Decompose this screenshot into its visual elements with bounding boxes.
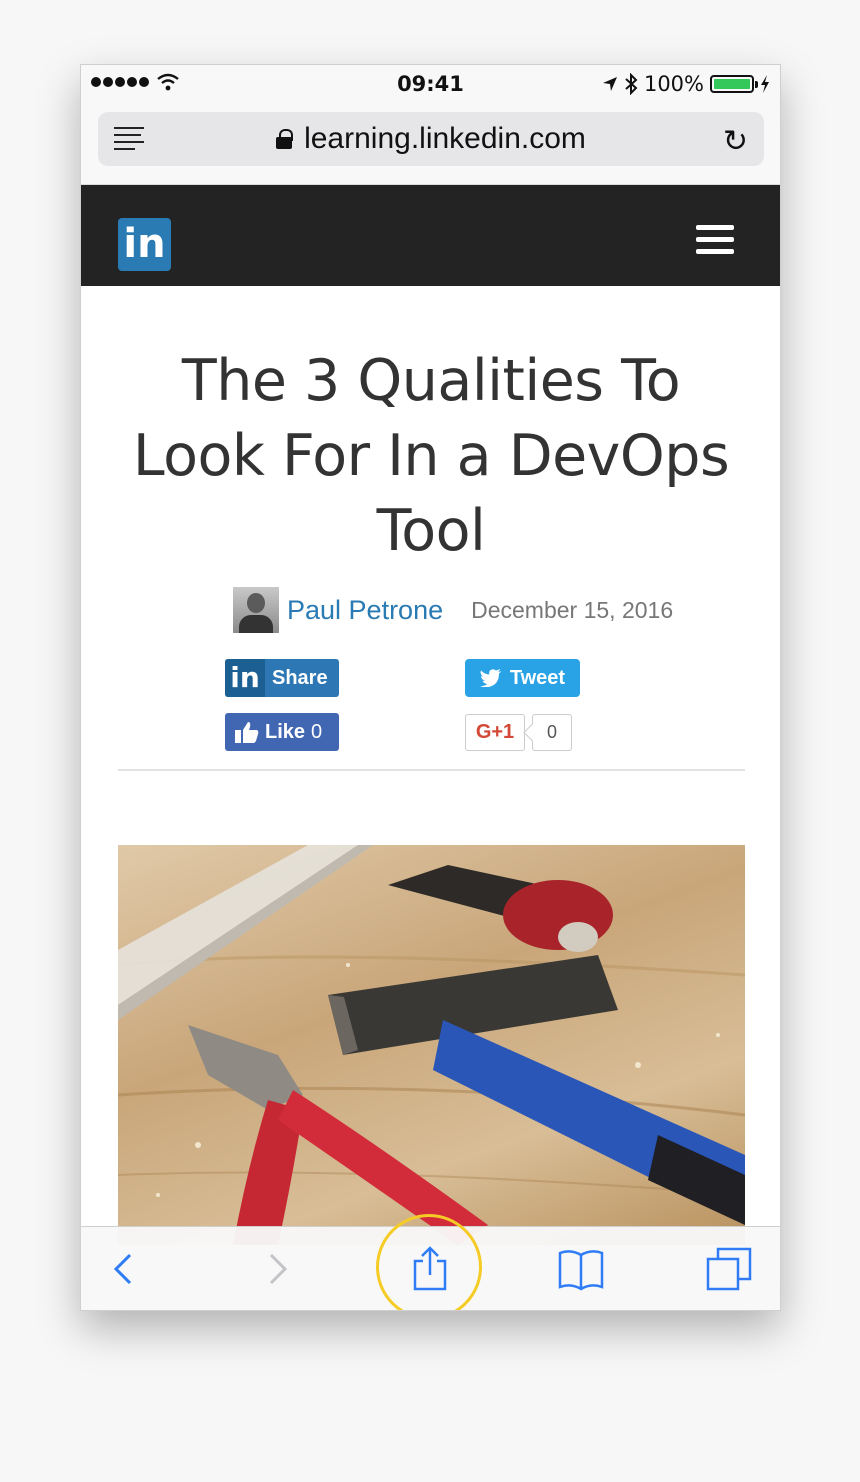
bluetooth-icon bbox=[625, 73, 638, 95]
battery-percent: 100% bbox=[643, 72, 704, 96]
site-header: in bbox=[81, 185, 780, 286]
linkedin-icon: in bbox=[225, 659, 265, 697]
gplus-widget: G+1 0 bbox=[465, 714, 572, 751]
address-bar[interactable]: learning.linkedin.com ↻ bbox=[98, 112, 764, 166]
tabs-icon bbox=[706, 1247, 752, 1291]
location-arrow-icon bbox=[602, 77, 617, 91]
url-text: learning.linkedin.com bbox=[304, 122, 586, 155]
linkedin-share-label: Share bbox=[272, 666, 328, 689]
linkedin-share-button[interactable]: in Share bbox=[225, 659, 339, 697]
forward-icon bbox=[269, 1253, 288, 1285]
bookmarks-icon bbox=[558, 1250, 604, 1291]
back-button[interactable] bbox=[106, 1245, 154, 1293]
menu-icon[interactable] bbox=[696, 225, 734, 255]
linkedin-logo[interactable]: in bbox=[118, 218, 171, 271]
share-button[interactable] bbox=[406, 1245, 454, 1293]
back-icon bbox=[113, 1253, 132, 1285]
tabs-button[interactable] bbox=[705, 1245, 753, 1293]
charging-bolt-icon bbox=[761, 75, 769, 93]
share-icon bbox=[413, 1246, 447, 1291]
gplus-count: 0 bbox=[532, 714, 572, 751]
status-right: 100% bbox=[602, 72, 770, 96]
author-name[interactable]: Paul Petrone bbox=[287, 595, 443, 626]
lock-icon bbox=[276, 129, 294, 149]
twitter-bird-icon bbox=[479, 669, 501, 687]
publish-date: December 15, 2016 bbox=[471, 596, 674, 623]
battery-icon bbox=[710, 75, 758, 93]
forward-button[interactable] bbox=[253, 1245, 301, 1293]
facebook-like-button[interactable]: Like 0 bbox=[225, 713, 339, 751]
article-title: The 3 Qualities To Look For In a DevOps … bbox=[132, 348, 730, 564]
divider bbox=[118, 769, 745, 771]
tweet-label: Tweet bbox=[509, 666, 566, 689]
gplus-button[interactable]: G+1 bbox=[465, 714, 525, 751]
bottom-toolbar bbox=[81, 1214, 780, 1310]
avatar[interactable] bbox=[233, 587, 279, 633]
url-display[interactable]: learning.linkedin.com bbox=[98, 122, 764, 156]
thumbs-up-icon bbox=[235, 722, 259, 743]
tools-illustration bbox=[118, 845, 745, 1245]
hero-image bbox=[118, 845, 745, 1245]
status-bar: 09:41 100% bbox=[81, 65, 780, 105]
tweet-button[interactable]: Tweet bbox=[465, 659, 580, 697]
phone-screen: 09:41 100% learning.linkedin.com ↻ in Th… bbox=[80, 64, 781, 1311]
reload-icon[interactable]: ↻ bbox=[723, 124, 748, 159]
author-row: Paul Petrone December 15, 2016 bbox=[233, 586, 673, 634]
address-bar-area: learning.linkedin.com ↻ bbox=[81, 105, 780, 185]
like-count: 0 bbox=[311, 720, 323, 743]
battery-fill bbox=[714, 79, 750, 89]
like-label: Like bbox=[265, 720, 306, 743]
bookmarks-button[interactable] bbox=[557, 1245, 605, 1293]
